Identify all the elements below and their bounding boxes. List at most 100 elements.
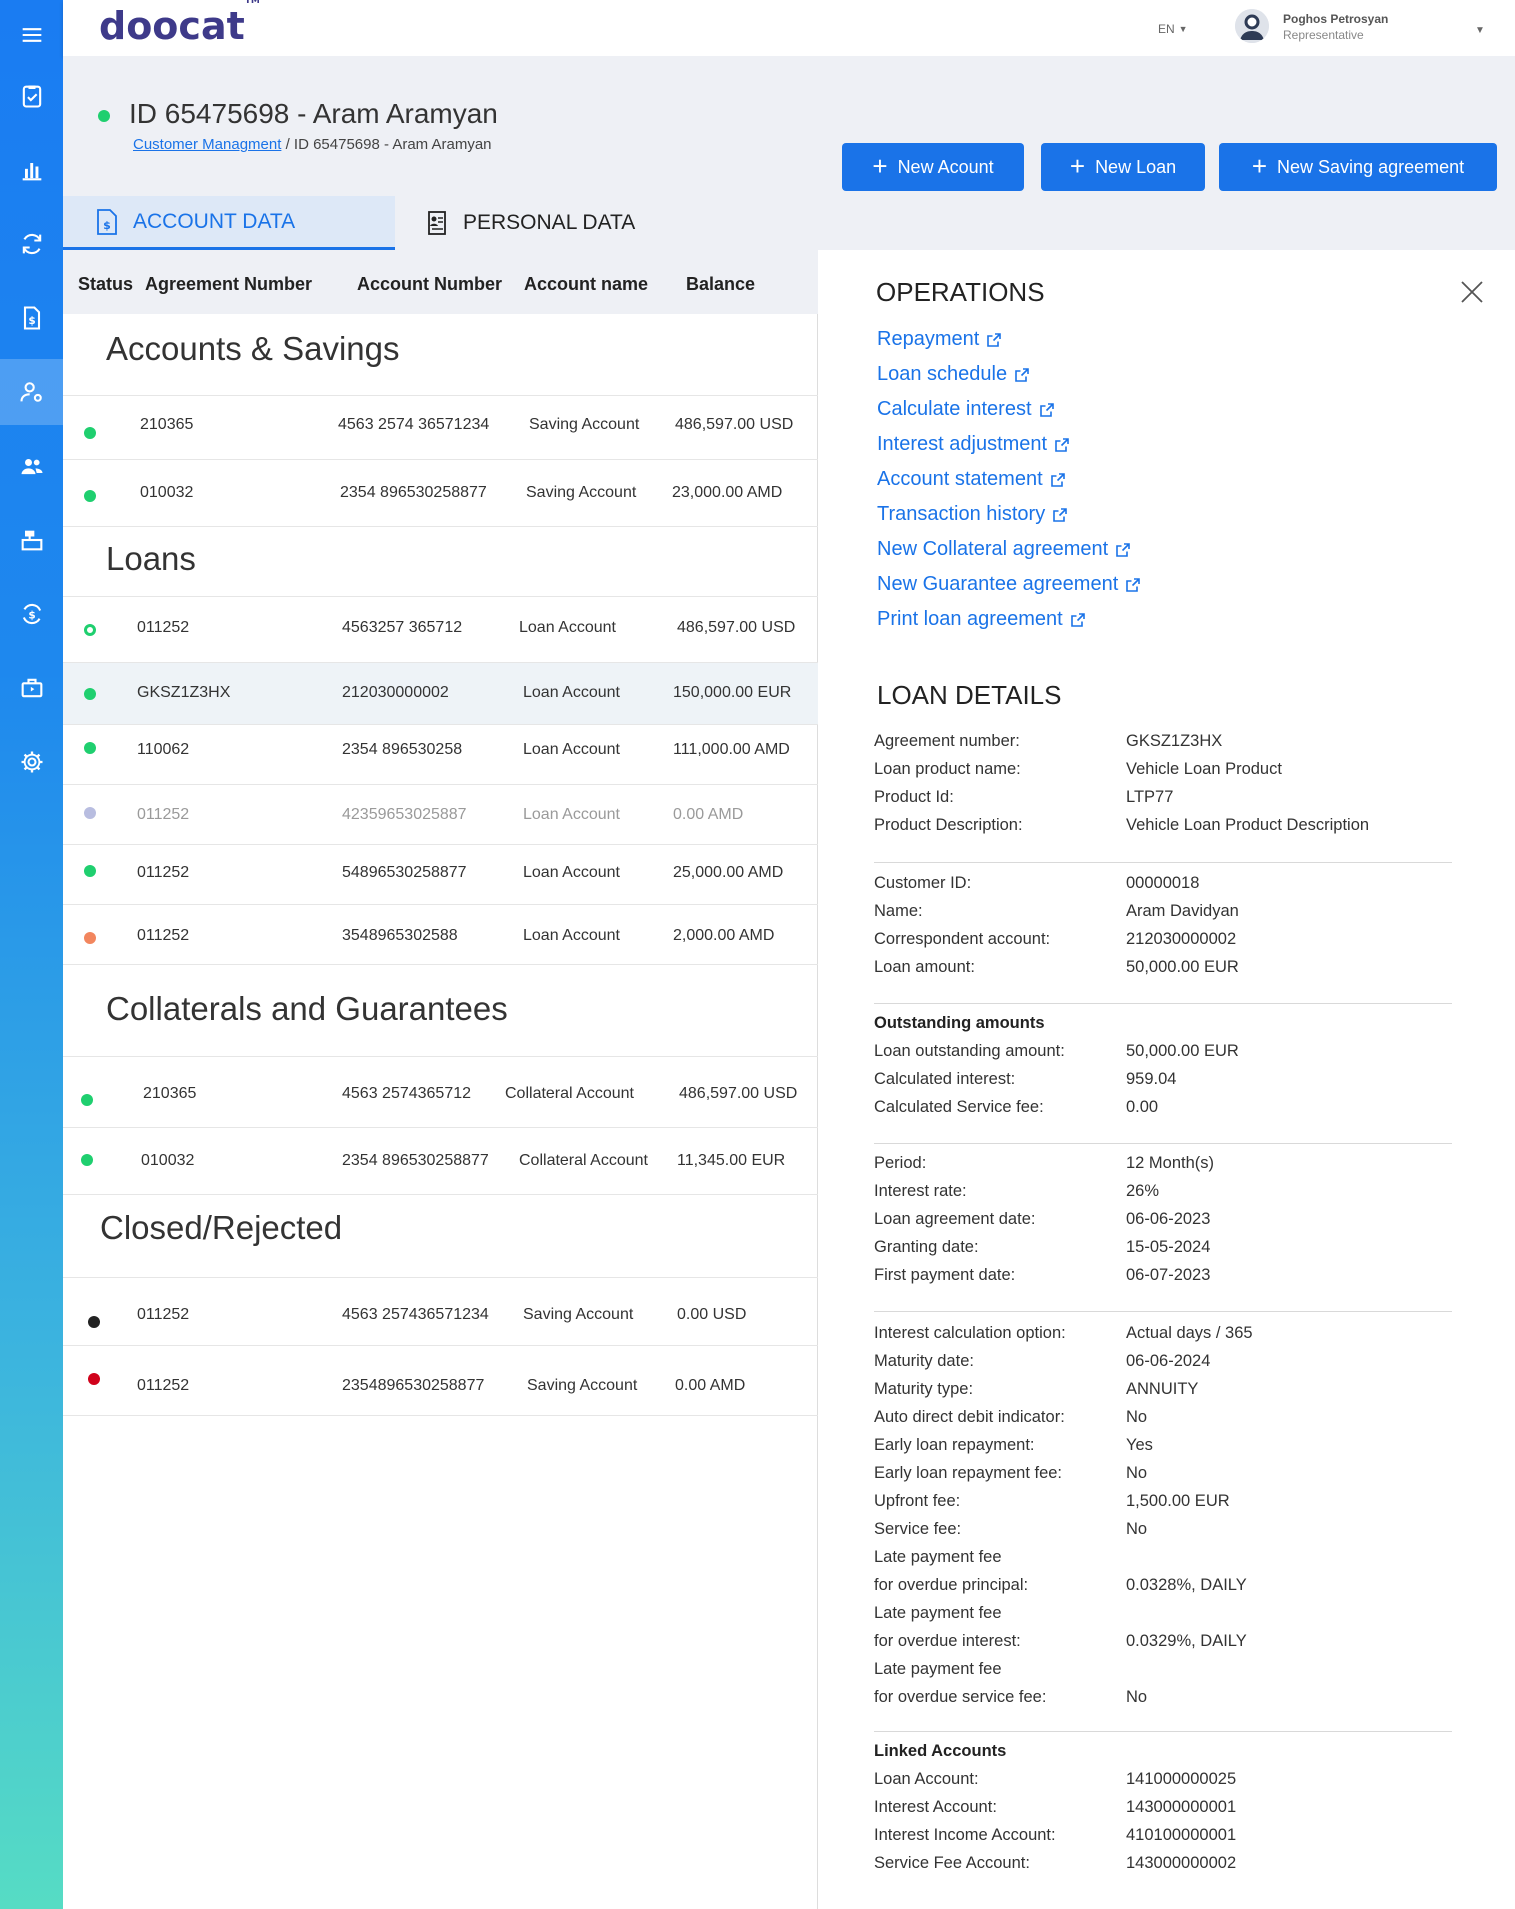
cash-register-icon[interactable]: [0, 507, 63, 573]
user-settings-icon[interactable]: [0, 359, 63, 425]
detail-label: Loan amount:: [874, 958, 975, 976]
status-dot: [88, 1373, 100, 1385]
detail-value: 1,500.00 EUR: [1126, 1492, 1230, 1510]
operation-link[interactable]: Interest adjustment: [877, 433, 1070, 456]
detail-label: Granting date:: [874, 1238, 979, 1256]
table-row[interactable]: 210365 4563 2574 36571234 Saving Account…: [63, 396, 818, 460]
operation-link[interactable]: New Guarantee agreement: [877, 573, 1141, 596]
briefcase-icon[interactable]: [0, 655, 63, 721]
external-link-icon: [1053, 507, 1068, 522]
detail-value: 212030000002: [1126, 930, 1237, 948]
status-dot: [84, 742, 96, 754]
section-title-loans: Loans: [106, 540, 196, 577]
operation-link[interactable]: New Collateral agreement: [877, 538, 1131, 561]
operation-link[interactable]: Loan schedule: [877, 363, 1030, 386]
detail-value: 0.0329%, DAILY: [1126, 1632, 1247, 1650]
tab-account-data[interactable]: $ ACCOUNT DATA: [63, 196, 395, 250]
refresh-cycle-icon[interactable]: [0, 211, 63, 277]
table-row[interactable]: 210365 4563 2574365712 Collateral Accoun…: [63, 1057, 818, 1128]
table-row[interactable]: 011252 4563257 365712 Loan Account 486,5…: [63, 597, 818, 663]
detail-label: Agreement number:: [874, 732, 1020, 750]
status-dot: [84, 624, 96, 636]
detail-value: LTP77: [1126, 788, 1174, 806]
external-link-icon: [1015, 367, 1029, 382]
status-dot: [84, 807, 96, 819]
table-row[interactable]: 011252 54896530258877 Loan Account 25,00…: [63, 845, 818, 905]
operation-link[interactable]: Calculate interest: [877, 398, 1055, 421]
chevron-down-icon: ▼: [1178, 24, 1188, 34]
external-link-icon: [1039, 402, 1054, 417]
language-selector[interactable]: EN ▼: [1158, 22, 1188, 36]
dollar-exchange-icon[interactable]: $: [0, 581, 63, 647]
detail-value: No: [1126, 1408, 1148, 1426]
table-row[interactable]: 110062 2354 896530258 Loan Account 111,0…: [63, 725, 818, 785]
detail-label: Maturity date:: [874, 1352, 974, 1370]
status-dot: [81, 1094, 93, 1106]
detail-label: Auto direct debit indicator:: [874, 1408, 1065, 1426]
users-icon[interactable]: [0, 433, 63, 499]
column-header-agreement: Agreement Number: [145, 274, 313, 294]
breadcrumb: Customer Managment / ID 65475698 - Aram …: [133, 136, 492, 153]
personal-document-icon: [428, 211, 446, 235]
detail-value: 410100000001: [1126, 1826, 1237, 1844]
table-row[interactable]: 011252 4563 257436571234 Saving Account …: [63, 1278, 818, 1346]
clipboard-check-icon[interactable]: [0, 63, 63, 129]
outstanding-amounts-title: Outstanding amounts: [874, 1014, 1045, 1032]
table-row[interactable]: 011252 42359653025887 Loan Account 0.00 …: [63, 785, 818, 845]
detail-label: Service Fee Account:: [874, 1854, 1030, 1872]
status-dot: [84, 865, 96, 877]
detail-label: for overdue principal:: [874, 1576, 1029, 1594]
external-link-icon: [1055, 437, 1069, 452]
dollar-document-icon[interactable]: $: [0, 285, 63, 351]
new-saving-agreement-button[interactable]: + New Saving agreement: [1219, 143, 1497, 191]
avatar[interactable]: [1235, 9, 1269, 43]
detail-value: 959.04: [1126, 1070, 1177, 1088]
breadcrumb-link-customer-management[interactable]: Customer Managment: [133, 136, 281, 153]
table-row[interactable]: 011252 3548965302588 Loan Account 2,000.…: [63, 905, 818, 965]
sidebar: $ $: [0, 0, 63, 1909]
tab-personal-data[interactable]: PERSONAL DATA: [395, 196, 675, 250]
dollar-document-icon: $: [97, 208, 117, 235]
chevron-down-icon[interactable]: ▼: [1475, 20, 1485, 38]
detail-label: Loan agreement date:: [874, 1210, 1036, 1228]
close-icon[interactable]: [1458, 278, 1486, 306]
table-row[interactable]: 010032 2354 896530258877 Saving Account …: [63, 460, 818, 527]
detail-value: No: [1126, 1688, 1148, 1706]
new-loan-button[interactable]: + New Loan: [1041, 143, 1205, 191]
bar-chart-icon[interactable]: [0, 137, 63, 203]
operation-link[interactable]: Account statement: [877, 468, 1066, 491]
operation-link[interactable]: Repayment: [877, 328, 1002, 351]
table-row[interactable]: 011252 2354896530258877 Saving Account 0…: [63, 1346, 818, 1416]
detail-value: Actual days / 365: [1126, 1324, 1253, 1342]
detail-value: 06-07-2023: [1126, 1266, 1211, 1284]
detail-label: Late payment fee: [874, 1660, 1002, 1678]
detail-label: Period:: [874, 1154, 927, 1172]
new-account-button[interactable]: + New Acount: [842, 143, 1024, 191]
table-row-selected[interactable]: GKSZ1Z3HX 212030000002 Loan Account 150,…: [63, 663, 818, 725]
detail-label: Service fee:: [874, 1520, 962, 1538]
detail-label: Name:: [874, 902, 923, 920]
loan-details-title: LOAN DETAILS: [877, 680, 1062, 710]
table-header: Status Agreement Number Account Number A…: [63, 250, 818, 314]
external-link-icon: [987, 332, 1002, 347]
detail-label: for overdue service fee:: [874, 1688, 1047, 1706]
divider: [874, 1311, 1452, 1312]
detail-label: Interest rate:: [874, 1182, 967, 1200]
detail-value: 143000000001: [1126, 1798, 1237, 1816]
gear-icon[interactable]: [0, 729, 63, 795]
menu-icon[interactable]: [0, 2, 63, 68]
status-dot: [81, 1154, 93, 1166]
detail-label: Correspondent account:: [874, 930, 1051, 948]
table-row[interactable]: 010032 2354 896530258877 Collateral Acco…: [63, 1128, 818, 1195]
detail-value: Aram Davidyan: [1126, 902, 1239, 920]
detail-value: Yes: [1126, 1436, 1153, 1454]
breadcrumb-current: ID 65475698 - Aram Aramyan: [293, 136, 492, 153]
operation-link[interactable]: Print loan agreement: [877, 608, 1086, 631]
column-header-account-name: Account name: [524, 274, 649, 294]
detail-value: 0.0328%, DAILY: [1126, 1576, 1247, 1594]
divider: [874, 1731, 1452, 1732]
detail-value: 06-06-2023: [1126, 1210, 1211, 1228]
divider: [874, 1143, 1452, 1144]
operation-link[interactable]: Transaction history: [877, 503, 1068, 526]
detail-label: Loan Account:: [874, 1770, 979, 1788]
